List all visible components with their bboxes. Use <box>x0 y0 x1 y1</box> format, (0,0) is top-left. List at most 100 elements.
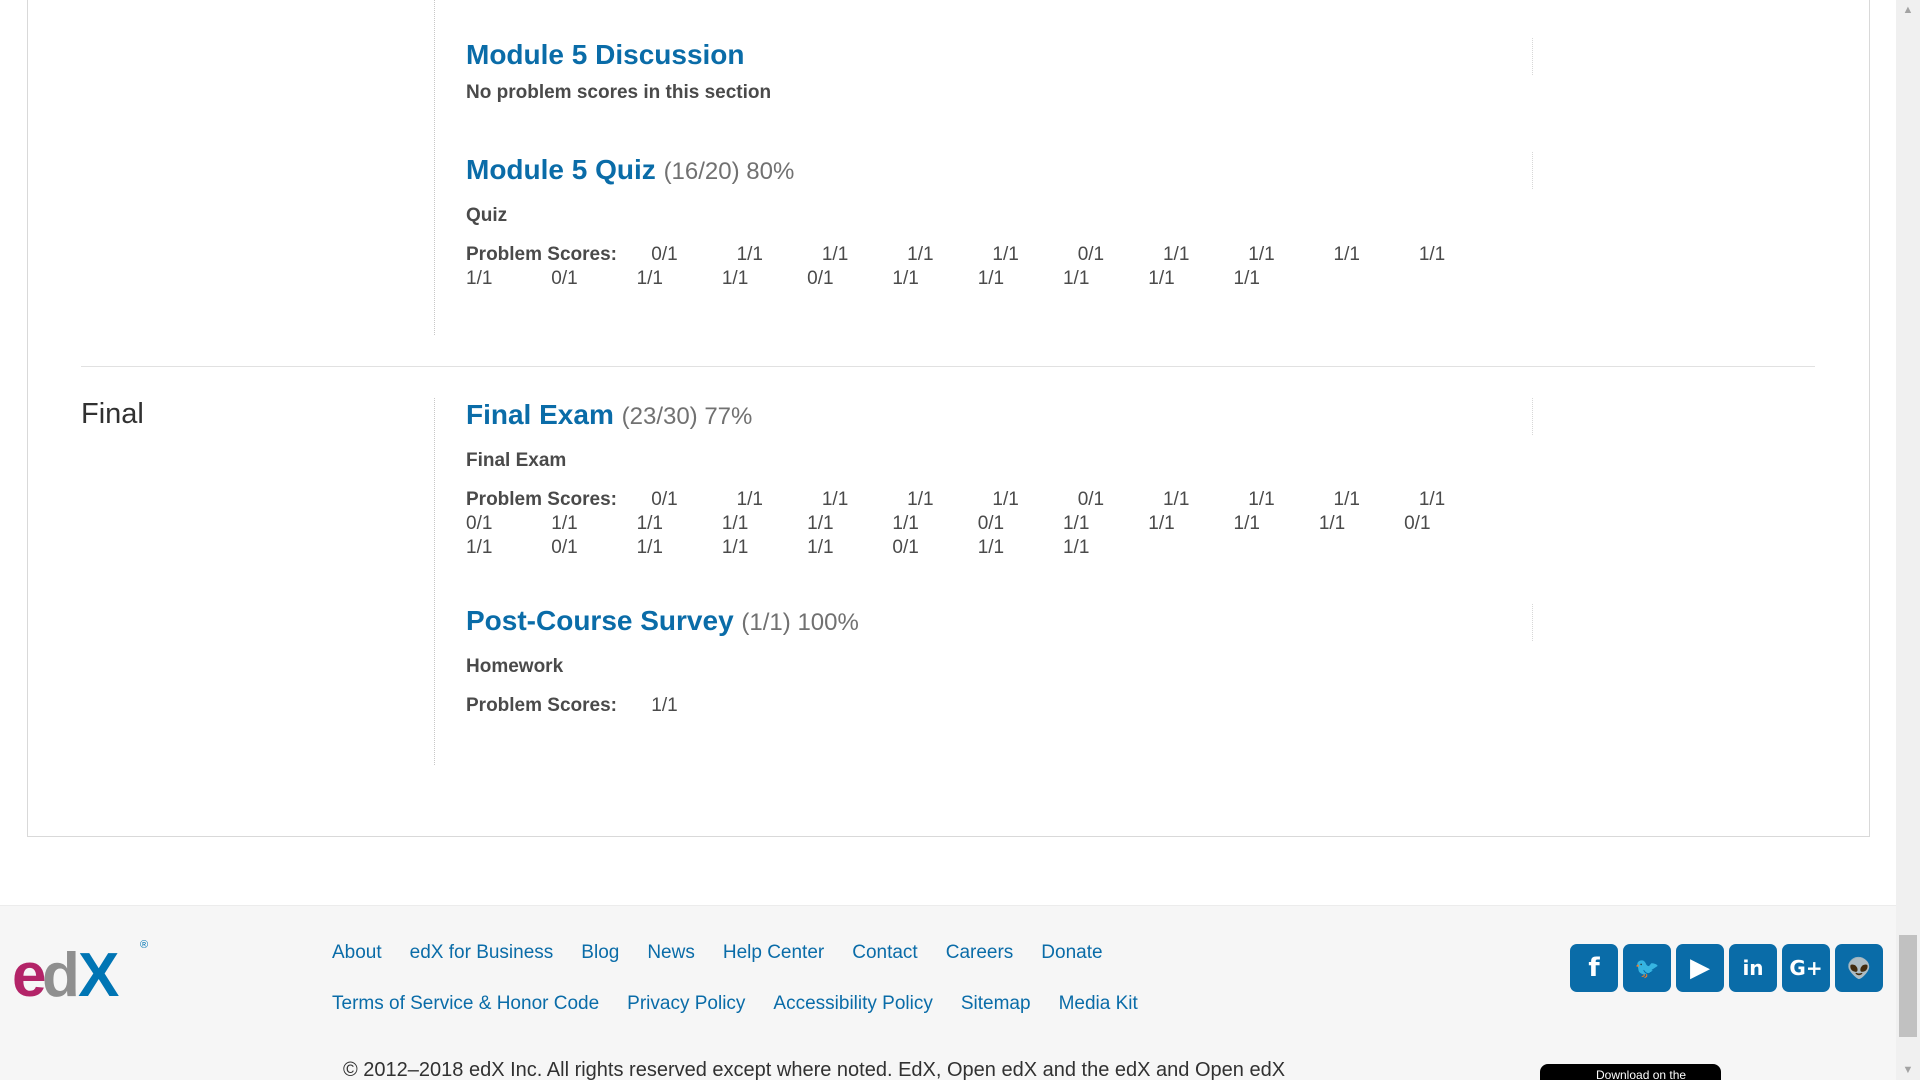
problem-score: 1/1 <box>892 268 919 289</box>
section-format: Homework <box>466 656 564 677</box>
problem-scores: Problem Scores: 1/1 <box>466 694 1506 718</box>
footer-link[interactable]: Terms of Service & Honor Code <box>332 993 599 1014</box>
problem-score: 1/1 <box>1062 537 1090 558</box>
section-link[interactable]: Final Exam <box>466 399 614 430</box>
problem-score: 0/1 <box>651 244 678 265</box>
problem-score: 1/1 <box>1162 489 1190 510</box>
app-store-badge[interactable]: Download on the <box>1540 1064 1721 1080</box>
problem-score: 0/1 <box>551 537 578 558</box>
problem-score: 1/1 <box>466 537 493 558</box>
problem-score: 1/1 <box>1248 244 1275 265</box>
footer-link[interactable]: Blog <box>581 942 619 963</box>
footer-link[interactable]: Contact <box>852 942 917 963</box>
problem-score: 1/1 <box>1318 513 1346 534</box>
footer-link[interactable]: About <box>332 942 382 963</box>
problem-score: 1/1 <box>977 268 1005 289</box>
problem-scores: Problem Scores: 0/1 1/1 1/1 1/1 1/1 0/1 … <box>466 243 1506 291</box>
problem-score: 0/1 <box>892 537 919 558</box>
problem-score: 1/1 <box>992 244 1019 265</box>
section-edge <box>1532 152 1533 189</box>
problem-score: 1/1 <box>636 513 663 534</box>
page-viewport: Module 5 Discussion No problem scores in… <box>0 0 1896 1080</box>
problem-score: 1/1 <box>1233 513 1260 534</box>
footer-link[interactable]: Donate <box>1041 942 1102 963</box>
problem-score: 1/1 <box>1162 244 1190 265</box>
section-divider <box>434 0 435 335</box>
social-links: f 🐦 ▶ in G+ 👽 <box>1570 944 1883 992</box>
no-scores-message: No problem scores in this section <box>466 82 772 103</box>
section-module5-discussion: Module 5 Discussion No problem scores in… <box>466 38 1516 104</box>
problem-score: 1/1 <box>907 489 934 510</box>
problem-score: 0/1 <box>651 489 678 510</box>
section-link[interactable]: Module 5 Discussion <box>466 39 745 70</box>
section-title: Final Exam (23/30) 77% <box>466 398 1516 434</box>
section-score: (23/30) 77% <box>621 403 753 430</box>
section-format: Final Exam <box>466 450 567 471</box>
problem-score: 1/1 <box>636 537 663 558</box>
footer-link[interactable]: Media Kit <box>1059 993 1138 1014</box>
section-format: Quiz <box>466 205 508 226</box>
problem-score: 0/1 <box>551 268 578 289</box>
registered-mark: ® <box>140 939 148 951</box>
svg-text:e: e <box>12 941 45 1002</box>
svg-text:X: X <box>78 941 119 1002</box>
problem-score: 0/1 <box>1404 513 1431 534</box>
scrollbar-thumb[interactable] <box>1899 935 1917 1037</box>
footer-link[interactable]: edX for Business <box>410 942 554 963</box>
footer-link[interactable]: News <box>647 942 695 963</box>
reddit-icon[interactable]: 👽 <box>1835 944 1883 992</box>
facebook-icon[interactable]: f <box>1570 944 1618 992</box>
problem-score: 1/1 <box>992 489 1019 510</box>
section-module5-quiz: Module 5 Quiz (16/20) 80% Quiz Problem S… <box>466 153 1516 291</box>
problem-score: 1/1 <box>821 244 849 265</box>
problem-scores: Problem Scores: 0/1 1/1 1/1 1/1 1/1 0/1 … <box>466 488 1506 560</box>
problem-score: 1/1 <box>1233 268 1260 289</box>
problem-score: 1/1 <box>736 489 763 510</box>
footer-link[interactable]: Accessibility Policy <box>773 993 932 1014</box>
problem-score: 1/1 <box>466 268 493 289</box>
problem-score: 1/1 <box>551 513 578 534</box>
section-score: (1/1) 100% <box>741 609 859 636</box>
twitter-icon[interactable]: 🐦 <box>1623 944 1671 992</box>
section-title: Module 5 Quiz (16/20) 80% <box>466 153 1516 189</box>
chapter-title: Final <box>81 398 144 430</box>
problem-score: 1/1 <box>807 513 834 534</box>
chapter-divider <box>81 366 1815 367</box>
section-edge <box>1532 38 1533 75</box>
site-footer: e d X ® About edX for Business Blog News Hel… <box>0 905 1896 1080</box>
section-link[interactable]: Module 5 Quiz <box>466 154 656 185</box>
svg-text:d: d <box>42 941 76 1002</box>
section-link[interactable]: Post-Course Survey <box>466 605 734 636</box>
problem-score: 1/1 <box>1418 244 1446 265</box>
edx-logo[interactable]: e d X ® <box>12 934 157 1002</box>
footer-link[interactable]: Help Center <box>723 942 824 963</box>
problem-score: 1/1 <box>892 513 919 534</box>
problem-score: 0/1 <box>977 513 1005 534</box>
problem-score: 1/1 <box>1062 513 1090 534</box>
app-store-label: Download on the <box>1596 1068 1687 1080</box>
linkedin-icon[interactable]: in <box>1729 944 1777 992</box>
footer-link[interactable]: Sitemap <box>961 993 1031 1014</box>
problem-score: 1/1 <box>821 489 849 510</box>
problem-score: 1/1 <box>1333 244 1360 265</box>
section-score: (16/20) 80% <box>663 158 795 185</box>
section-edge <box>1532 398 1533 435</box>
problem-score: 1/1 <box>721 268 749 289</box>
problem-score: 0/1 <box>1077 489 1105 510</box>
google-plus-icon[interactable]: G+ <box>1782 944 1830 992</box>
vertical-scrollbar[interactable]: ▲ ▼ <box>1896 0 1920 1080</box>
footer-links-row2: Terms of Service & Honor Code Privacy Pol… <box>332 993 1166 1015</box>
problem-scores-label: Problem Scores: <box>466 244 617 265</box>
section-title: Post-Course Survey (1/1) 100% <box>466 604 1516 640</box>
scroll-down-icon[interactable]: ▼ <box>1896 1060 1920 1080</box>
section-title: Module 5 Discussion <box>466 38 1516 72</box>
problem-score: 0/1 <box>1077 244 1105 265</box>
footer-link[interactable]: Careers <box>946 942 1014 963</box>
youtube-icon[interactable]: ▶ <box>1676 944 1724 992</box>
footer-link[interactable]: Privacy Policy <box>627 993 745 1014</box>
scroll-up-icon[interactable]: ▲ <box>1896 0 1920 20</box>
problem-score: 1/1 <box>721 537 749 558</box>
problem-score: 1/1 <box>1062 268 1090 289</box>
problem-score: 1/1 <box>651 695 678 716</box>
problem-score: 0/1 <box>466 513 493 534</box>
